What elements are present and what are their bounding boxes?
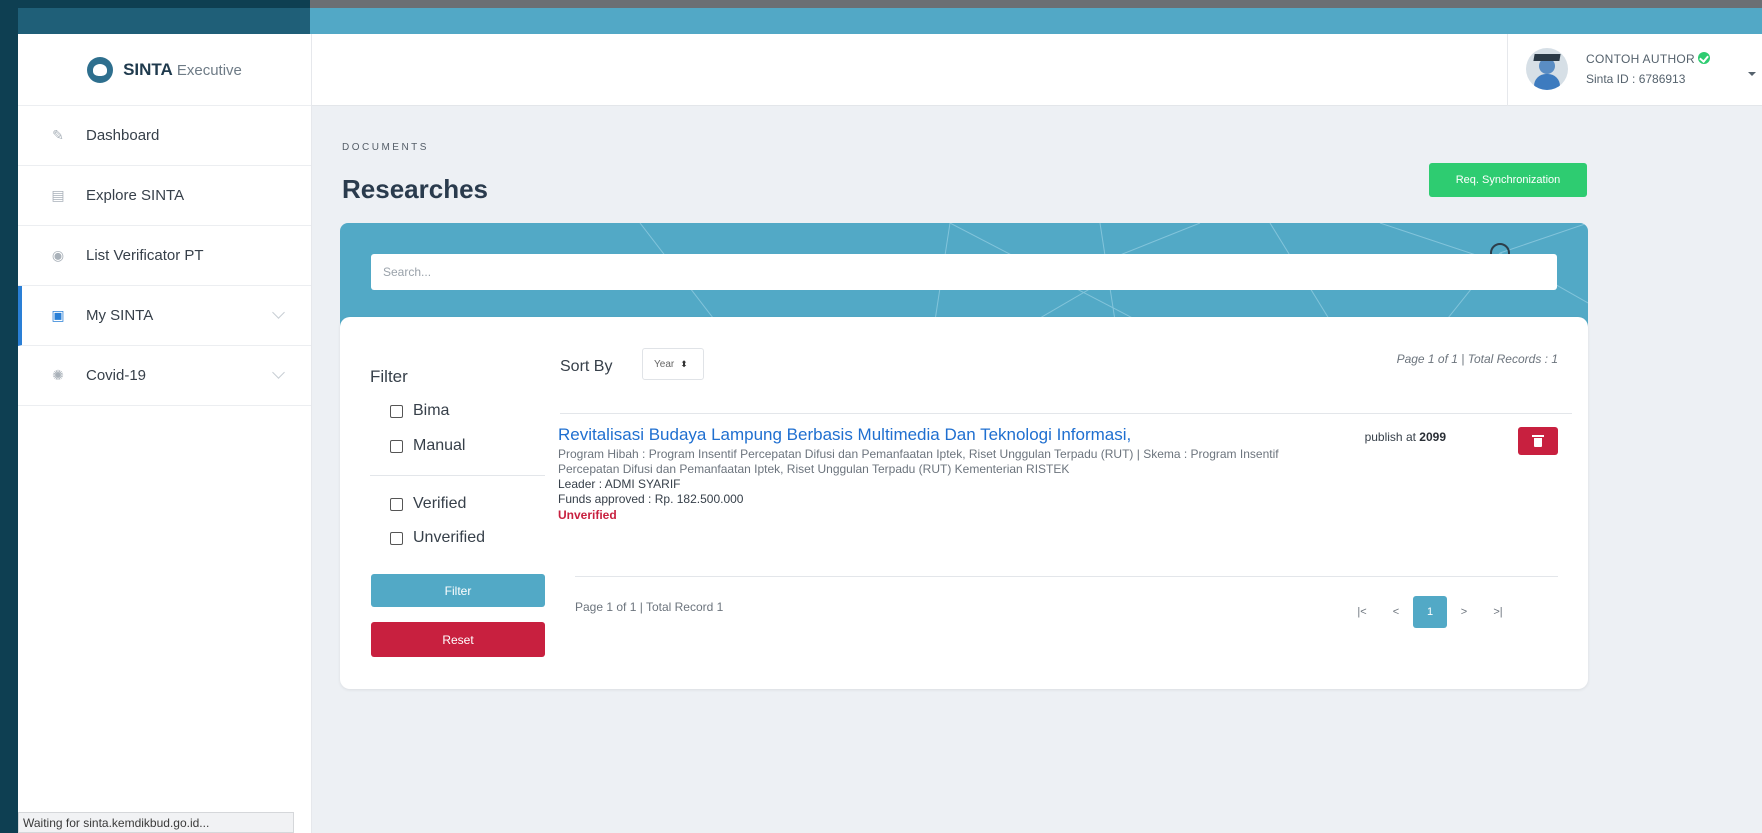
sort-arrows-icon: ⬍ xyxy=(680,358,688,369)
publish-info: publish at 2099 xyxy=(1365,430,1446,444)
trash-icon xyxy=(1532,434,1544,447)
window-frame xyxy=(310,0,1762,8)
divider xyxy=(575,576,1558,577)
browser-status-bar: Waiting for sinta.kemdikbud.go.id... xyxy=(18,812,294,833)
checkbox[interactable] xyxy=(390,404,403,418)
user-name: CONTOH AUTHOR xyxy=(1586,52,1711,66)
sidebar-item-list-verificator[interactable]: ◉ List Verificator PT xyxy=(18,226,311,286)
filter-checkbox-verified[interactable]: Verified xyxy=(390,495,466,513)
checkbox[interactable] xyxy=(390,439,403,453)
brand-name: SINTA xyxy=(123,59,173,79)
sidebar-item-label: Dashboard xyxy=(86,127,160,144)
first-page-button[interactable]: |< xyxy=(1345,596,1379,628)
delete-button[interactable] xyxy=(1518,427,1558,455)
sort-label: Sort By xyxy=(560,358,613,375)
divider xyxy=(560,413,1572,414)
sidebar-item-explore-sinta[interactable]: ▤ Explore SINTA xyxy=(18,166,311,226)
user-menu[interactable]: CONTOH AUTHOR Sinta ID : 6786913 xyxy=(1507,34,1762,106)
page-info-top: Page 1 of 1 | Total Records : 1 xyxy=(1396,352,1558,366)
research-program: Program Hibah : Program Insentif Percepa… xyxy=(558,447,1279,476)
id-card-icon: ▣ xyxy=(51,307,65,323)
checkbox-label: Bima xyxy=(413,402,450,419)
chevron-down-icon xyxy=(272,306,285,319)
top-header: CONTOH AUTHOR Sinta ID : 6786913 xyxy=(312,34,1762,106)
req-synchronization-button[interactable]: Req. Synchronization xyxy=(1429,163,1587,197)
breadcrumb: DOCUMENTS xyxy=(342,142,429,153)
checkbox[interactable] xyxy=(390,531,403,545)
search-input[interactable] xyxy=(371,254,1557,290)
brand-subtitle: Executive xyxy=(176,61,242,79)
status-badge: Unverified xyxy=(558,508,617,522)
sidebar-item-covid-19[interactable]: ✺ Covid-19 xyxy=(18,346,311,406)
sidebar-item-my-sinta[interactable]: ▣ My SINTA xyxy=(18,286,311,346)
filter-checkbox-manual[interactable]: Manual xyxy=(390,437,465,455)
prev-page-button[interactable]: < xyxy=(1379,596,1413,628)
divider xyxy=(370,475,545,476)
avatar xyxy=(1526,48,1568,90)
virus-icon: ✺ xyxy=(52,367,64,383)
checkbox-label: Manual xyxy=(413,437,466,454)
results-card: Filter Bima Manual Verified Unverified F… xyxy=(340,317,1588,689)
sinta-logo-icon xyxy=(87,56,114,83)
page-info-bottom: Page 1 of 1 | Total Record 1 xyxy=(575,600,724,614)
next-page-button[interactable]: > xyxy=(1447,596,1481,628)
filter-checkbox-unverified[interactable]: Unverified xyxy=(390,529,485,547)
page-title: Researches xyxy=(342,174,488,204)
sidebar: SINTA Executive ✎ Dashboard ▤ Explore SIN… xyxy=(18,34,312,833)
checkbox-label: Verified xyxy=(413,495,467,512)
sort-select[interactable]: Year ⬍ xyxy=(642,348,704,380)
pagination: |< < 1 > >| xyxy=(1345,596,1515,628)
chevron-down-icon xyxy=(272,366,285,379)
pencil-icon: ✎ xyxy=(52,127,64,143)
page-1-button[interactable]: 1 xyxy=(1413,596,1447,628)
research-leader: Leader : ADMI SYARIF xyxy=(558,477,681,491)
last-page-button[interactable]: >| xyxy=(1481,596,1515,628)
filter-button[interactable]: Filter xyxy=(371,574,545,607)
sidebar-item-dashboard[interactable]: ✎ Dashboard xyxy=(18,106,311,166)
topbar-left-strip xyxy=(18,8,310,34)
user-sinta-id: Sinta ID : 6786913 xyxy=(1586,72,1686,86)
graduation-cap-icon xyxy=(1533,54,1561,61)
sort-selected-value: Year xyxy=(654,358,675,370)
checkbox-label: Unverified xyxy=(413,529,486,546)
sidebar-item-label: Covid-19 xyxy=(86,367,147,384)
document-icon: ▤ xyxy=(51,187,65,203)
reset-button[interactable]: Reset xyxy=(371,622,545,657)
filter-checkbox-bima[interactable]: Bima xyxy=(390,402,449,420)
verified-check-icon xyxy=(1698,52,1711,64)
research-funds: Funds approved : Rp. 182.500.000 xyxy=(558,492,744,506)
filter-title: Filter xyxy=(370,367,408,386)
sidebar-item-label: Explore SINTA xyxy=(86,187,185,204)
avatar-body xyxy=(1534,74,1560,90)
brand[interactable]: SINTA Executive xyxy=(18,34,311,106)
main-content: CONTOH AUTHOR Sinta ID : 6786913 DOCUMEN… xyxy=(312,34,1762,833)
publish-label: publish at xyxy=(1364,430,1416,444)
caret-down-icon[interactable] xyxy=(1748,72,1756,76)
top-accent-bar xyxy=(310,8,1762,34)
user-circle-icon: ◉ xyxy=(51,247,65,263)
checkbox[interactable] xyxy=(390,497,403,511)
sidebar-item-label: My SINTA xyxy=(86,307,154,324)
sidebar-item-label: List Verificator PT xyxy=(86,247,204,264)
user-name-text: CONTOH AUTHOR xyxy=(1586,52,1696,66)
publish-year: 2099 xyxy=(1419,430,1446,444)
